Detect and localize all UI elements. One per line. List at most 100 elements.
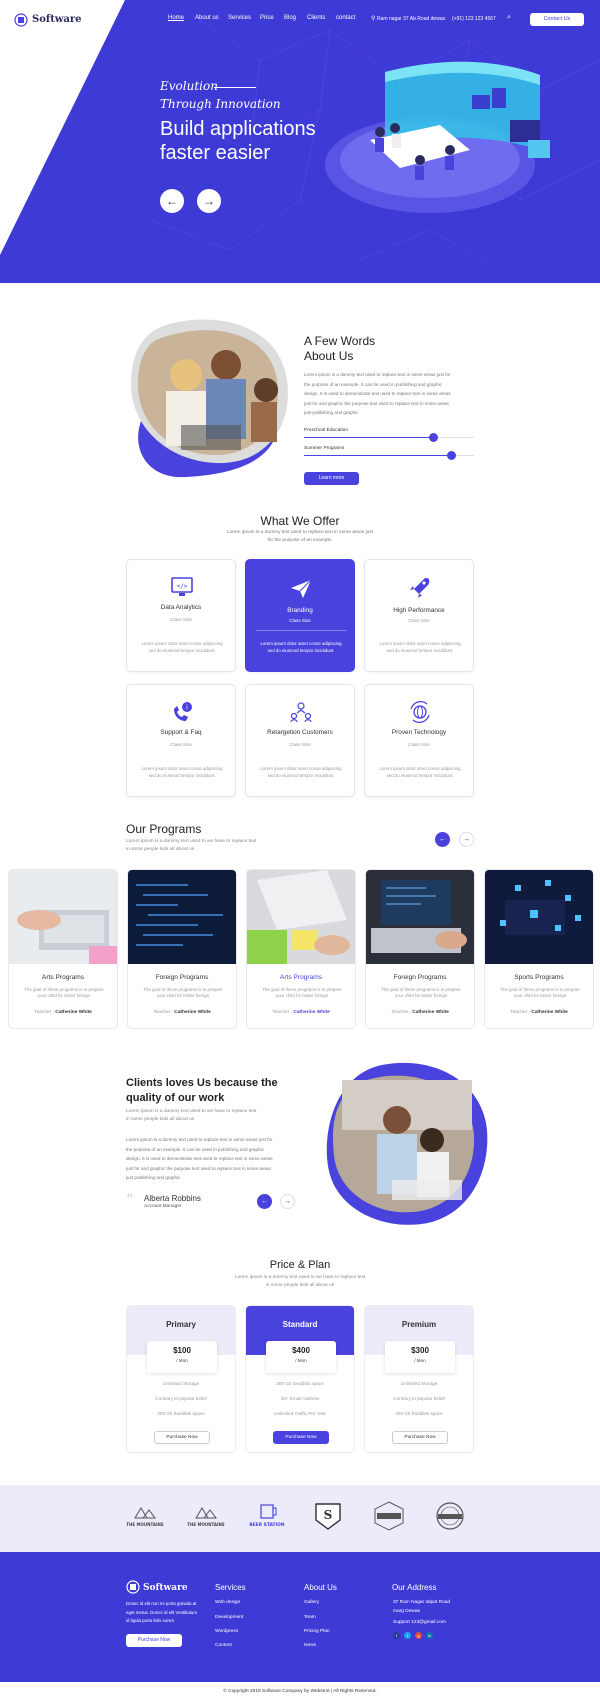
program-title[interactable]: Foreign Programs — [366, 974, 474, 981]
clients-prev-button[interactable]: ← — [257, 1194, 272, 1209]
clients-title-1: Clients loves Us because the — [126, 1077, 278, 1089]
client-role: Account Manager — [144, 1204, 182, 1209]
program-image — [247, 870, 355, 964]
program-card[interactable]: Foreign Programs The goal of these progr… — [127, 869, 237, 1029]
clients-next-button[interactable]: → — [280, 1194, 295, 1209]
program-title[interactable]: Sports Programs — [485, 974, 593, 981]
clients-paragraph-line: Lorem ipsum is a dummy text used to repl… — [126, 1137, 273, 1142]
program-desc-line: your child for better foreign — [156, 993, 210, 999]
footer-about: Donec id elit non mi porta gravida at eg… — [126, 1600, 197, 1626]
program-teacher: Teacher : Catherine White — [9, 1010, 117, 1015]
plan-period: / Mon — [176, 1358, 188, 1363]
programs-next-button[interactable]: → — [459, 832, 474, 847]
offer-card-support[interactable]: i Support & Faq Class Size Lorem ipsum d… — [126, 684, 236, 797]
brand-logo-mountains[interactable]: THE MOUNTAINS — [123, 1500, 167, 1532]
brand-logo-hexagon[interactable] — [367, 1500, 411, 1532]
about-paragraph-line: Lorem ipsum is a dummy text used to repl… — [304, 372, 451, 377]
program-desc-line: your child for better foreign — [513, 993, 567, 999]
program-card[interactable]: Arts Programs The goal of these programs… — [8, 869, 118, 1029]
footer-about-line: id ligula porta felis euism — [126, 1618, 175, 1623]
about-paragraph-line: the purpose of an example. It can be use… — [304, 381, 442, 387]
hero-prev-button[interactable]: ← — [160, 189, 184, 213]
footer-address-line: marg Dewas — [393, 1609, 420, 1614]
hero-next-button[interactable]: → — [197, 189, 221, 213]
clients-subtitle-2: in some people kids all about us — [126, 1117, 195, 1122]
offer-card-retargetion[interactable]: Retargetion Customers Class Size Lorem i… — [245, 684, 355, 797]
progress-knob-2 — [447, 451, 457, 460]
offer-card-proven-technology[interactable]: Proven Technology Class Size Lorem ipsum… — [364, 684, 474, 797]
program-teacher: Teacher : Catherine White — [128, 1010, 236, 1015]
hero-title-1: Build applications — [160, 118, 316, 140]
programs-subtitle-2: in some people kids all about us — [126, 847, 195, 852]
card-size: Class Size — [408, 618, 430, 623]
hero-subtitle-line — [214, 87, 256, 88]
programs-prev-button[interactable]: ← — [435, 832, 450, 847]
purchase-now-button[interactable]: Purchase Now — [154, 1431, 210, 1444]
nav-contact[interactable]: contact — [336, 15, 355, 21]
copyright-text: © Copyright 2019 Software Company by Web… — [223, 1689, 377, 1694]
teacher-name: Catherine White — [531, 1010, 568, 1015]
offer-card-branding[interactable]: Branding Class Size Lorem ipsum dolor am… — [245, 559, 355, 672]
plan-feature: Contrary to popular belief — [155, 1396, 207, 1401]
card-title: Retargetion Customers — [267, 729, 333, 736]
purchase-now-button[interactable]: Purchase Now — [273, 1431, 329, 1444]
nav-price[interactable]: Price — [260, 15, 274, 21]
footer-services-title: Services — [215, 1583, 246, 1592]
program-image — [9, 870, 117, 964]
nav-blog[interactable]: Blog — [284, 15, 296, 21]
teacher-name: Catherine White — [174, 1010, 211, 1015]
logo-icon[interactable] — [14, 13, 28, 27]
brand-logo-s-shield[interactable]: S — [306, 1500, 350, 1532]
footer-link[interactable]: Gallery — [304, 1600, 319, 1605]
footer-link[interactable]: Team — [304, 1615, 316, 1620]
card-desc: Lorem ipsum dolor amet conse adipiscing s… — [256, 765, 346, 779]
brand-logo-mountains-2[interactable]: THE MOUNTAINS — [184, 1500, 228, 1532]
learn-more-button[interactable]: Learn more — [304, 472, 359, 485]
footer-purchase-button[interactable]: Purchase Now — [126, 1634, 182, 1647]
linkedin-icon[interactable]: in — [426, 1632, 433, 1639]
footer-link[interactable]: Content — [215, 1643, 232, 1648]
footer-address-line: 37 Ram Nagar Ialpat Road — [393, 1600, 451, 1605]
footer-link[interactable]: Web design — [215, 1600, 240, 1605]
hero-subtitle-2: Through Innovation — [160, 97, 281, 111]
google-plus-icon[interactable]: g — [415, 1632, 422, 1639]
twitter-icon[interactable]: t — [404, 1632, 411, 1639]
offer-card-data-analytics[interactable]: </> Data Analytics Class Size Lorem ipsu… — [126, 559, 236, 672]
nav-about[interactable]: About us — [195, 15, 219, 21]
footer-email[interactable]: Support 123@gmail.com — [393, 1620, 446, 1625]
search-icon[interactable]: ⌕ — [507, 14, 511, 22]
footer-link[interactable]: News — [304, 1643, 316, 1648]
program-card[interactable]: Sports Programs The goal of these progra… — [484, 869, 594, 1029]
footer-link[interactable]: Development — [215, 1615, 243, 1620]
arrow-right-icon: → — [284, 1198, 291, 1205]
clients-paragraph-line: design. It is used to demonstrate text u… — [126, 1156, 273, 1162]
brand-logo-badge[interactable] — [428, 1500, 472, 1532]
footer-link[interactable]: Wordpress — [215, 1629, 238, 1634]
program-title[interactable]: Arts Programs — [9, 974, 117, 981]
clients-paragraph: Lorem ipsum is a dummy text used to repl… — [126, 1135, 273, 1183]
footer-logo-text: Software — [143, 1583, 188, 1593]
program-teacher: Teacher : Catherine White — [366, 1010, 474, 1015]
brand-logo-beer-station[interactable]: BEER STATION — [245, 1500, 289, 1532]
nav-services[interactable]: Services — [228, 15, 251, 21]
program-title[interactable]: Foreign Programs — [128, 974, 236, 981]
monitor-code-icon: </> — [171, 577, 193, 596]
logo-text[interactable]: Software — [32, 14, 82, 25]
footer-address-title: Our Address — [392, 1583, 437, 1592]
svg-text:</>: </> — [177, 583, 188, 590]
footer-link[interactable]: Pricing Plan — [304, 1629, 330, 1634]
facebook-icon[interactable]: f — [393, 1632, 400, 1639]
about-image — [131, 319, 288, 478]
teacher-label: Teacher : — [272, 1010, 292, 1015]
program-card[interactable]: Foreign Programs The goal of these progr… — [365, 869, 475, 1029]
plan-feature: 30+ Email Address — [280, 1396, 320, 1401]
nav-home[interactable]: Home — [168, 15, 184, 21]
purchase-now-button[interactable]: Purchase Now — [392, 1431, 448, 1444]
card-desc: Lorem ipsum dolor amet conse adipiscing s… — [137, 765, 227, 779]
nav-clients[interactable]: Clients — [307, 15, 325, 21]
program-desc: The goal of these programs is to prepare… — [378, 987, 464, 1000]
program-card[interactable]: Arts Programs The goal of these programs… — [246, 869, 356, 1029]
offer-card-high-performance[interactable]: High Performance Class Size Lorem ipsum … — [364, 559, 474, 672]
contact-us-button[interactable]: Contact Us — [530, 13, 584, 26]
program-title[interactable]: Arts Programs — [247, 974, 355, 981]
